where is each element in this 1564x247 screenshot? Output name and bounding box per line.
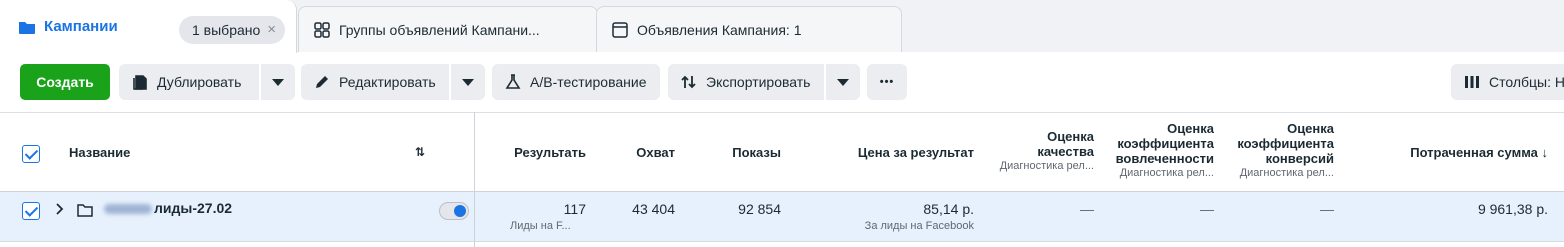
col-name-header[interactable]: Название <box>69 145 130 160</box>
col-engagement-header[interactable]: Оценка коэффициента вовлеченности Диагно… <box>1108 121 1214 181</box>
toolbar: Создать Дублировать Редактировать A/B-те… <box>0 52 1564 112</box>
columns-icon <box>1463 73 1481 91</box>
col-reach-header[interactable]: Охват <box>600 145 675 160</box>
export-dropdown-button[interactable] <box>826 64 860 100</box>
row-checkbox[interactable] <box>22 202 40 220</box>
duplicate-button[interactable]: Дублировать <box>119 64 259 100</box>
col-quality-header[interactable]: Оценка качества Диагностика рел... <box>988 129 1094 174</box>
campaign-name-label: лиды-27.02 <box>154 200 233 216</box>
col-impressions-header[interactable]: Показы <box>690 145 781 160</box>
cell-engagement: — <box>1200 201 1214 217</box>
grid-icon <box>313 21 331 39</box>
tab-ads[interactable]: Объявления Кампания: 1 <box>596 6 902 52</box>
flask-icon <box>504 73 522 91</box>
tab-campaigns[interactable]: Кампании 1 выбрано × <box>0 0 297 53</box>
cell-conversion: — <box>1320 201 1334 217</box>
col-quality-sub: Диагностика рел... <box>999 160 1094 172</box>
columns-button[interactable]: Столбцы: На <box>1451 64 1564 100</box>
campaign-toggle[interactable] <box>439 202 469 220</box>
create-button-label: Создать <box>36 74 94 90</box>
col-engagement-title: Оценка коэффициента вовлеченности <box>1115 121 1214 166</box>
col-cost-header[interactable]: Цена за результат <box>800 145 974 160</box>
selection-count-pill[interactable]: 1 выбрано × <box>179 16 285 44</box>
tab-ads-label: Объявления Кампания: 1 <box>637 21 802 38</box>
cost-sub: За лиды на Facebook <box>864 220 974 232</box>
select-all-checkbox[interactable] <box>22 145 40 163</box>
columns-label: Столбцы: На <box>1489 74 1564 90</box>
export-button[interactable]: Экспортировать <box>668 64 824 100</box>
edit-label: Редактировать <box>339 74 436 90</box>
ab-test-button[interactable]: A/B-тестирование <box>492 64 660 100</box>
cell-reach: 43 404 <box>632 201 675 217</box>
pencil-icon <box>313 73 331 91</box>
frozen-column-divider <box>474 112 475 247</box>
tab-campaigns-label: Кампании <box>44 18 118 35</box>
col-conversion-title: Оценка коэффициента конверсий <box>1237 121 1334 166</box>
duplicate-label: Дублировать <box>157 74 242 90</box>
export-label: Экспортировать <box>706 74 811 90</box>
more-options-icon: ••• <box>879 76 895 88</box>
duplicate-dropdown-button[interactable] <box>261 64 295 100</box>
campaign-name-link[interactable]: лиды-27.02 <box>104 200 232 216</box>
selection-count-label: 1 выбрано <box>192 22 261 38</box>
cell-spent: 9 961,38 р. <box>1477 201 1548 217</box>
cell-results: 117 Лиды на F... <box>500 201 586 232</box>
ad-window-icon <box>611 21 629 39</box>
folder-icon <box>18 18 36 36</box>
col-spent-header[interactable]: Потраченная сумма ↓ <box>1360 145 1548 160</box>
cell-impressions: 92 854 <box>738 201 781 217</box>
cell-cost-per-result: 85,14 р. За лиды на Facebook <box>800 201 974 232</box>
export-arrows-icon <box>680 73 698 91</box>
tab-adsets[interactable]: Группы объявлений Кампани... <box>298 6 598 52</box>
more-options-button[interactable]: ••• <box>867 64 907 100</box>
col-conversion-header[interactable]: Оценка коэффициента конверсий Диагностик… <box>1228 121 1334 181</box>
sort-icon[interactable]: ⇅ <box>415 145 425 160</box>
col-conversion-sub: Диагностика рел... <box>1239 167 1334 179</box>
table-header: Название ⇅ Результать Охват Показы Цена … <box>0 112 1564 192</box>
expand-chevron-icon[interactable] <box>54 200 66 221</box>
results-sub: Лиды на F... <box>510 220 571 232</box>
ab-test-label: A/B-тестирование <box>530 74 647 90</box>
redacted-text <box>104 204 152 215</box>
edit-dropdown-button[interactable] <box>451 64 485 100</box>
tab-adsets-label: Группы объявлений Кампани... <box>339 21 540 38</box>
campaign-folder-icon <box>76 201 94 222</box>
col-engagement-sub: Диагностика рел... <box>1119 167 1214 179</box>
col-quality-title: Оценка качества <box>1037 129 1094 159</box>
cell-quality: — <box>1080 201 1094 217</box>
edit-button[interactable]: Редактировать <box>301 64 449 100</box>
cost-value: 85,14 р. <box>923 201 974 217</box>
duplicate-icon <box>131 73 149 91</box>
clear-selection-icon[interactable]: × <box>267 21 276 38</box>
create-button[interactable]: Создать <box>20 64 110 100</box>
results-value: 117 <box>563 201 586 217</box>
tab-strip: Кампании 1 выбрано × Группы объявлений К… <box>0 0 1564 53</box>
table-row[interactable]: лиды-27.02 117 Лиды на F... 43 404 92 85… <box>0 192 1564 242</box>
col-results-header[interactable]: Результать <box>500 145 586 160</box>
